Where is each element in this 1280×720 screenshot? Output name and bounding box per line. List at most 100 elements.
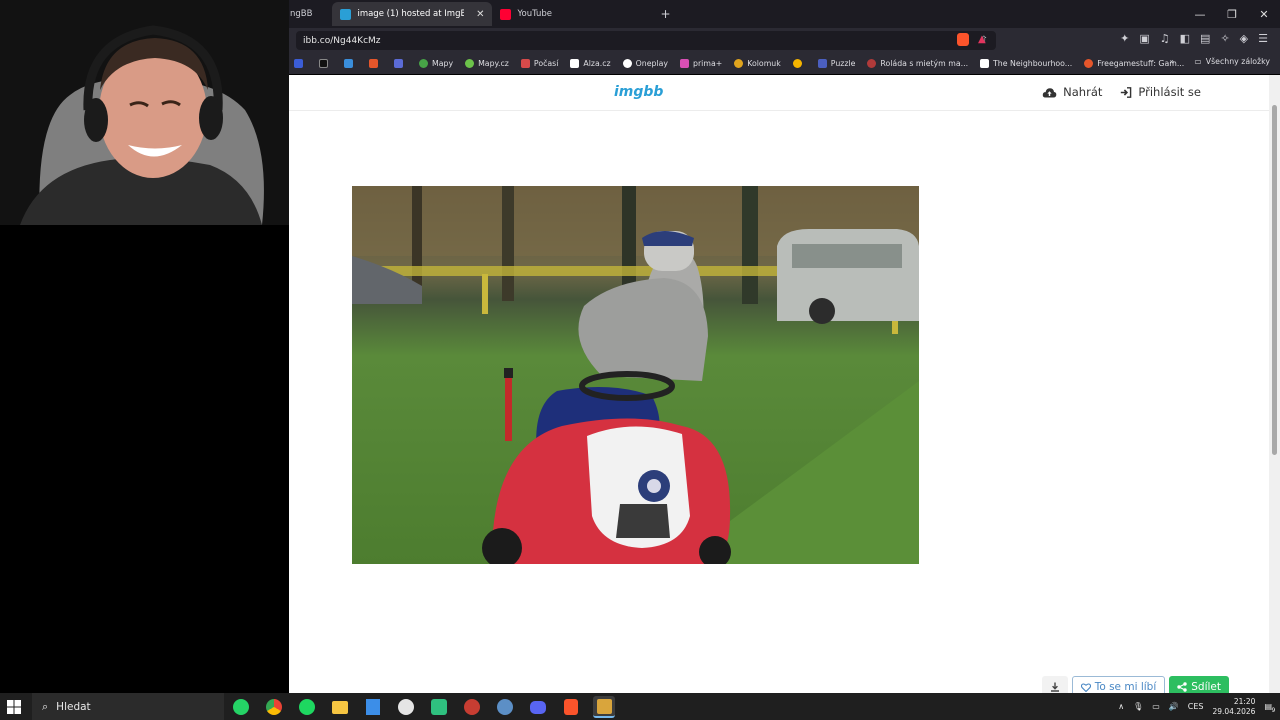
bookmark-favicon-icon — [344, 58, 353, 68]
bookmark-mapy[interactable]: Mapy — [419, 58, 453, 68]
all-bookmarks-button[interactable]: ▭ Všechny záložky — [1194, 57, 1270, 66]
bookmark-kolomuk[interactable]: Kolomuk — [734, 58, 781, 68]
bookmark-item[interactable] — [394, 58, 407, 68]
windows-start-icon[interactable] — [6, 699, 22, 715]
bookmark-favicon-icon — [394, 58, 403, 68]
bookmark-rolada[interactable]: Roláda s mietým ma... — [867, 58, 968, 68]
webcam-overlay — [0, 0, 289, 225]
microphone-icon[interactable]: 🎙 — [1133, 702, 1143, 711]
show-hidden-icons-icon[interactable]: ∧ — [1118, 702, 1124, 711]
spotify-icon[interactable] — [296, 696, 318, 718]
share-label: Sdílet — [1191, 681, 1221, 693]
bookmark-item[interactable] — [369, 58, 382, 68]
share-icon — [1177, 682, 1187, 692]
upload-label: Nahrát — [1063, 85, 1103, 99]
music-icon[interactable]: ♫ — [1160, 32, 1170, 45]
bookmark-favicon-icon — [294, 58, 303, 68]
whatsapp-icon[interactable] — [230, 696, 252, 718]
tab-title: YouTube — [517, 9, 553, 19]
windows-taskbar: ⌕ Hledat ∧ 🎙 ▭ 🔊 CES 21:20 29.04.2026 ▤ … — [0, 693, 1280, 720]
chrome-icon[interactable] — [263, 696, 285, 718]
network-icon[interactable]: ▭ — [1152, 702, 1160, 711]
restore-icon[interactable]: ❐ — [1216, 0, 1248, 28]
bookmark-favicon-icon — [622, 58, 632, 68]
file-explorer-icon[interactable] — [329, 696, 351, 718]
close-window-icon[interactable]: ✕ — [1248, 0, 1280, 28]
brave-rewards-icon[interactable]: ▲ — [978, 34, 986, 45]
editor-icon[interactable] — [362, 696, 384, 718]
minimize-icon[interactable]: — — [1184, 0, 1216, 28]
notifications-icon[interactable]: ▤ 9 — [1264, 702, 1275, 714]
download-icon — [1050, 682, 1059, 692]
webcam-person-image — [0, 0, 289, 225]
tab-title: ngBB — [290, 9, 313, 19]
discord-icon[interactable] — [527, 696, 549, 718]
bookmark-favicon-icon — [734, 58, 744, 68]
upload-button[interactable]: Nahrát — [1042, 85, 1102, 99]
screenshot-icon[interactable]: ▣ — [1139, 32, 1149, 45]
login-label: Přihlásit se — [1138, 85, 1201, 99]
menu-icon[interactable]: ☰ — [1258, 32, 1268, 45]
youtube-favicon-icon — [500, 8, 512, 20]
bookmark-pocasi[interactable]: Počasí — [520, 58, 558, 68]
wallet-icon[interactable]: ▤ — [1200, 32, 1210, 45]
bookmark-item[interactable] — [344, 58, 357, 68]
imgbb-favicon-icon — [340, 8, 352, 20]
like-label: To se mi líbí — [1094, 681, 1157, 693]
clock-date: 29.04.2026 — [1212, 706, 1256, 716]
map-pin-icon — [419, 58, 428, 68]
language-indicator[interactable]: CES — [1188, 702, 1204, 711]
bookmark-favicon-icon — [680, 58, 690, 68]
bookmark-oneplay[interactable]: Oneplay — [622, 58, 668, 68]
bookmark-neighbourhood[interactable]: The Neighbourhoo... — [980, 58, 1072, 68]
imgbb-logo[interactable]: imgbb — [614, 84, 663, 100]
bookmark-favicon-icon — [867, 58, 877, 68]
close-tab-icon[interactable]: ✕ — [476, 9, 484, 20]
heart-icon — [1080, 682, 1091, 692]
app-green-icon[interactable] — [428, 696, 450, 718]
cloud-upload-icon — [1042, 87, 1057, 97]
search-icon: ⌕ — [42, 699, 49, 713]
system-tray: ∧ 🎙 ▭ 🔊 CES 21:20 29.04.2026 ▤ 9 — [1118, 693, 1280, 720]
plus-icon: + — [660, 7, 671, 21]
scrollbar-thumb[interactable] — [1272, 105, 1277, 455]
vpn-icon[interactable]: ◈ — [1240, 32, 1248, 45]
site-header: imgbb Nahrát Přihlásit se — [289, 75, 1269, 111]
app-active-icon[interactable] — [593, 696, 615, 718]
extensions-icon[interactable]: ✦ — [1120, 32, 1129, 45]
brave-icon[interactable] — [560, 696, 582, 718]
bookmark-item[interactable] — [294, 58, 307, 68]
app-g-icon[interactable] — [395, 696, 417, 718]
bookmark-mapy-cz[interactable]: Mapy.cz — [465, 58, 509, 68]
tab-youtube[interactable]: YouTube — [492, 2, 652, 26]
clock[interactable]: 21:20 29.04.2026 — [1212, 697, 1255, 717]
bookmark-favicon-icon — [319, 58, 328, 68]
leo-ai-icon[interactable]: ✧ — [1220, 32, 1229, 45]
bookmark-item[interactable] — [792, 58, 806, 68]
more-bookmarks-icon[interactable]: » — [1170, 57, 1175, 66]
chrome-icon — [792, 58, 802, 68]
bookmark-item[interactable] — [319, 58, 332, 68]
tab-image-hosted[interactable]: image (1) hosted at ImgBB — Im ✕ — [332, 2, 493, 26]
brave-shields-icon[interactable] — [957, 33, 969, 46]
bookmark-favicon-icon — [570, 58, 580, 68]
new-tab-button[interactable]: + — [652, 2, 678, 26]
sign-in-icon — [1121, 86, 1132, 98]
taskbar-search[interactable]: ⌕ Hledat — [32, 693, 224, 720]
steam-icon[interactable] — [494, 696, 516, 718]
sidebar-icon[interactable]: ◧ — [1180, 32, 1190, 45]
url-field[interactable]: ibb.co/Ng44KcMz ⇪ — [296, 31, 996, 50]
page-scrollbar[interactable] — [1269, 75, 1280, 693]
obs-icon[interactable] — [461, 696, 483, 718]
search-label: Hledat — [56, 700, 91, 713]
bookmark-favicon-icon — [1084, 58, 1094, 68]
bookmark-puzzle[interactable]: Puzzle — [817, 58, 855, 68]
bookmark-favicon-icon — [520, 58, 530, 68]
bookmark-prima[interactable]: prima+ — [680, 58, 722, 68]
volume-icon[interactable]: 🔊 — [1169, 702, 1179, 711]
bookmark-alza[interactable]: Alza.cz — [570, 58, 611, 68]
hosted-image[interactable] — [352, 186, 919, 564]
login-button[interactable]: Přihlásit se — [1120, 85, 1201, 99]
bookmark-favicon-icon — [817, 58, 827, 68]
imgbb-page: imgbb Nahrát Přihlásit se To se mi líbí … — [289, 75, 1269, 698]
